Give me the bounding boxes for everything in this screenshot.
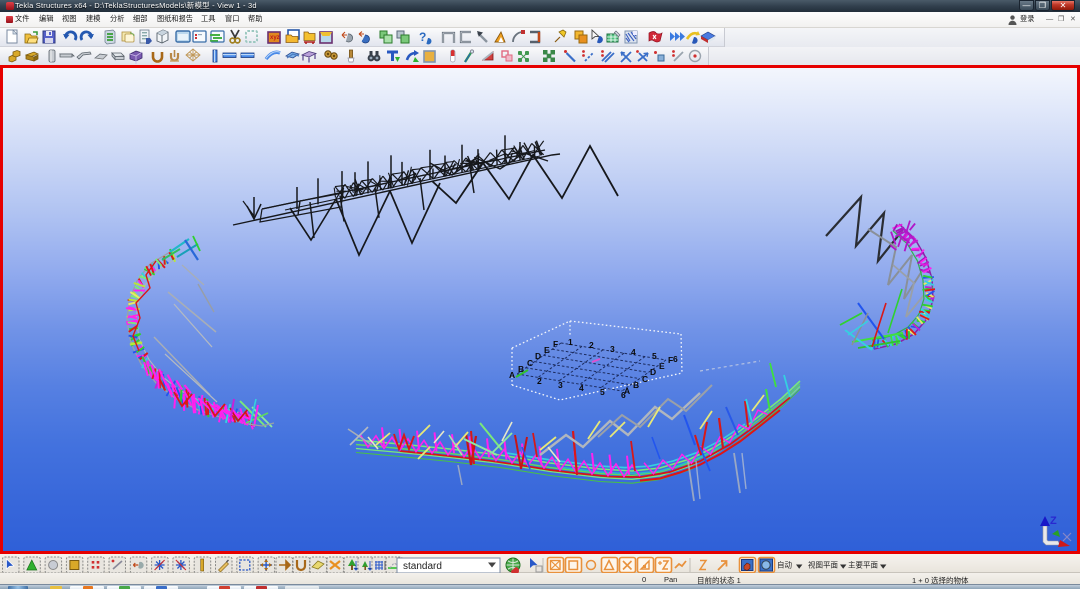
svg-text:2: 2	[589, 340, 594, 350]
svg-text:自动: 自动	[777, 560, 792, 570]
svg-text:主要平面: 主要平面	[848, 560, 878, 570]
svg-text:?: ?	[419, 30, 426, 44]
svg-text:4: 4	[579, 383, 584, 393]
svg-text:F: F	[553, 339, 558, 349]
svg-text:4: 4	[631, 347, 636, 357]
svg-text:视图平面: 视图平面	[808, 560, 838, 570]
svg-text:5: 5	[652, 351, 657, 361]
svg-text:C: C	[527, 358, 533, 368]
svg-text:Z: Z	[1050, 515, 1057, 527]
svg-text:6: 6	[673, 354, 678, 364]
svg-text:C: C	[642, 374, 648, 384]
svg-text:3: 3	[558, 380, 563, 390]
svg-text:3: 3	[610, 344, 615, 354]
svg-text:standard: standard	[403, 561, 442, 572]
svg-text:xyz: xyz	[270, 35, 280, 41]
svg-text:1: 1	[568, 337, 573, 347]
svg-text:5: 5	[600, 387, 605, 397]
svg-text:6: 6	[621, 390, 626, 400]
svg-text:E: E	[544, 345, 550, 355]
svg-text:A: A	[509, 370, 515, 380]
svg-text:2: 2	[537, 376, 542, 386]
